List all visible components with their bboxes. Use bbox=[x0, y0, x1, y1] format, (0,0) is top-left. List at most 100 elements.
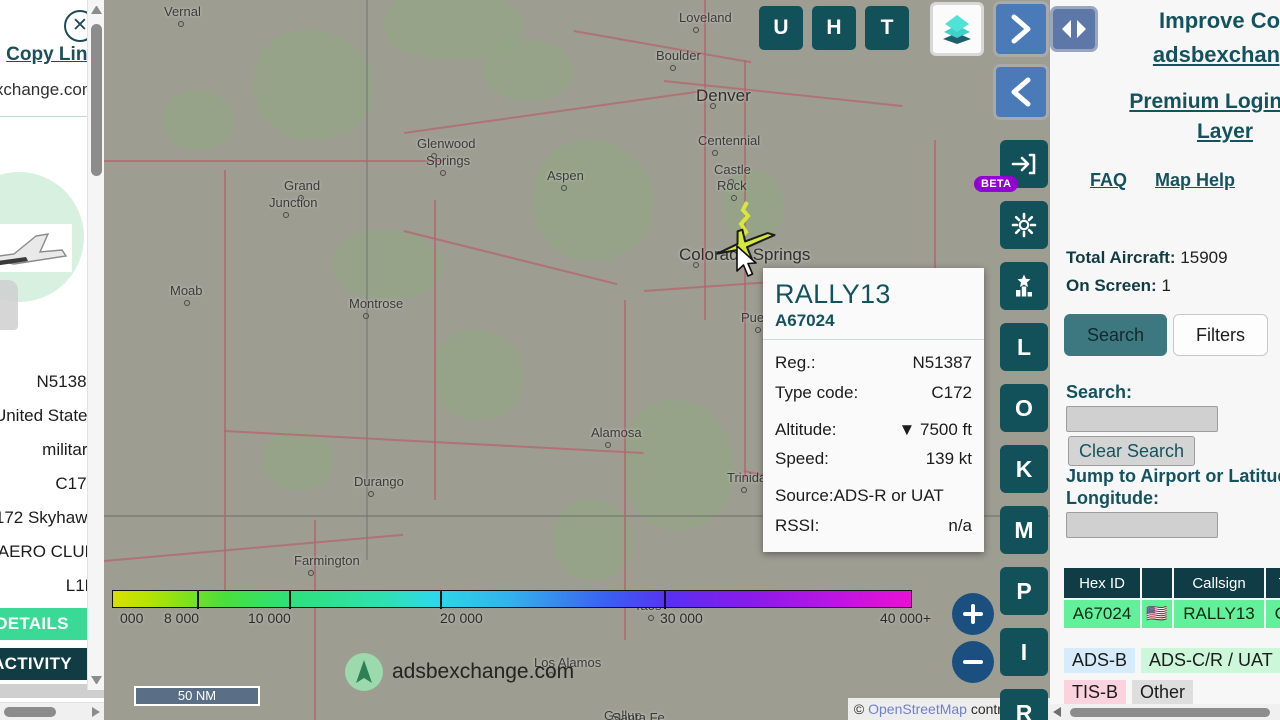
map-tool-h[interactable]: H bbox=[812, 6, 856, 50]
adsbexchange-logo-icon bbox=[345, 653, 383, 691]
layers-icon bbox=[943, 15, 971, 44]
clear-search-button[interactable]: Clear Search bbox=[1068, 436, 1196, 466]
source-legend-chip: TIS-B bbox=[1064, 680, 1127, 705]
aircraft-detail-value: C172 bbox=[55, 474, 96, 493]
table-header-cell[interactable]: Type bbox=[1266, 568, 1280, 598]
zoom-in-button[interactable] bbox=[952, 593, 994, 635]
aircraft-detail-value: N51387 bbox=[36, 372, 96, 391]
copy-link-button[interactable]: Copy Link bbox=[0, 44, 98, 66]
map-tool-m[interactable]: M bbox=[1000, 506, 1048, 554]
sidebar-collapse-left-button[interactable] bbox=[993, 64, 1049, 120]
table-cell-hex[interactable]: A67024 bbox=[1064, 600, 1142, 628]
table-header-cell[interactable] bbox=[1142, 568, 1174, 598]
sidebar-links[interactable]: FAQ Map Help bbox=[1090, 170, 1235, 191]
attribution-copyright: © bbox=[853, 701, 865, 717]
tooltip-reg-value: N51387 bbox=[912, 353, 972, 373]
altitude-tick-label: 40 000+ bbox=[880, 610, 931, 626]
scroll-down-arrow-icon[interactable] bbox=[91, 676, 102, 685]
table-header-cell[interactable]: Hex ID bbox=[1064, 568, 1142, 598]
settings-button[interactable] bbox=[1000, 201, 1048, 249]
city-label: Santa Fe bbox=[612, 710, 665, 720]
city-dot bbox=[440, 170, 446, 176]
table-header-cell[interactable]: Callsign bbox=[1174, 568, 1266, 598]
city-label: Glenwood bbox=[417, 136, 476, 151]
left-panel-hscrollbar[interactable] bbox=[0, 702, 104, 720]
altitude-tick bbox=[440, 591, 443, 609]
city-label: Denver bbox=[696, 86, 751, 105]
map-help-link[interactable]: Map Help bbox=[1155, 170, 1235, 191]
source-legend-row-2: TIS-B Other bbox=[1064, 680, 1194, 705]
map-tool-k[interactable]: K bbox=[1000, 445, 1048, 493]
adsbexchange-watermark: adsbexchange.com bbox=[344, 652, 574, 692]
city-label: Boulder bbox=[656, 48, 701, 63]
tooltip-typecode-label: Type code: bbox=[775, 382, 859, 402]
jump-label-line2: Longitude: bbox=[1066, 488, 1159, 508]
sidebar-toggle-button[interactable] bbox=[1050, 6, 1098, 52]
scroll-thumb[interactable] bbox=[91, 24, 102, 176]
on-screen-value: 1 bbox=[1161, 276, 1171, 295]
tab-search[interactable]: Search bbox=[1064, 314, 1168, 356]
table-cell-callsign[interactable]: RALLY13 bbox=[1174, 600, 1266, 628]
aircraft-detail-value: United States bbox=[0, 406, 96, 425]
hscroll-left-arrow-icon[interactable] bbox=[1053, 707, 1061, 717]
city-label: Springs bbox=[426, 153, 471, 168]
openstreetmap-link[interactable]: OpenStreetMap bbox=[868, 701, 967, 717]
altitude-tick-label: 000 bbox=[120, 610, 144, 626]
left-panel-scrollbar[interactable] bbox=[87, 0, 104, 690]
adsbexchange-domain-link[interactable]: adsbexchange.com bbox=[1110, 42, 1280, 68]
table-cell-type[interactable]: C172 bbox=[1266, 600, 1280, 628]
tab-filters[interactable]: Filters bbox=[1173, 314, 1269, 356]
adsb-exchange-app: Vernal Loveland Boulder Denver Centennial Gle… bbox=[0, 0, 1280, 720]
sidebar-expand-right-button[interactable] bbox=[993, 1, 1049, 57]
table-cell-flag[interactable]: 🇺🇸 bbox=[1142, 600, 1174, 628]
tooltip-altitude-value: ▼ 7500 ft bbox=[898, 419, 972, 439]
stats-star-icon bbox=[1016, 274, 1032, 297]
map-tool-i[interactable]: I bbox=[1000, 628, 1048, 676]
hscroll-right-arrow-icon[interactable] bbox=[92, 707, 100, 717]
map-tool-o[interactable]: O bbox=[1000, 384, 1048, 432]
scroll-up-arrow-icon[interactable] bbox=[91, 5, 102, 14]
map-layers-button[interactable] bbox=[930, 2, 984, 56]
plus-icon bbox=[963, 604, 983, 624]
tooltip-hex-id: A67024 bbox=[775, 311, 835, 331]
city-label: Grand bbox=[284, 178, 321, 193]
layer-link[interactable]: Layer bbox=[1060, 120, 1280, 144]
map-tool-p[interactable]: P bbox=[1000, 567, 1048, 615]
map-top-toolbar[interactable]: U H T bbox=[759, 6, 909, 50]
login-button[interactable]: BETA bbox=[974, 140, 1048, 192]
panel-divider bbox=[0, 116, 96, 117]
premium-login-link[interactable]: Premium Login: no bbox=[1060, 90, 1280, 114]
city-dot bbox=[283, 212, 289, 218]
stats-button[interactable] bbox=[1000, 262, 1048, 310]
mouse-cursor-icon bbox=[736, 245, 757, 277]
brand-text: adsbexchange.com bbox=[392, 660, 575, 683]
map-tool-l[interactable]: L bbox=[1000, 323, 1048, 371]
map-tool-t[interactable]: T bbox=[865, 6, 909, 50]
gear-icon bbox=[1011, 212, 1037, 238]
city-label: Rock bbox=[717, 178, 747, 193]
map-side-toolbar[interactable]: BETA L O K M P I R bbox=[974, 140, 1048, 720]
table-row[interactable]: A67024🇺🇸RALLY13C172 bbox=[1064, 600, 1280, 628]
right-sidebar: Improve Coverage adsbexchange.com Premiu… bbox=[1050, 0, 1280, 720]
tooltip-callsign: RALLY13 bbox=[775, 279, 891, 309]
right-panel-hscrollbar[interactable] bbox=[1050, 704, 1280, 720]
sidebar-tabs[interactable]: Search Filters bbox=[1064, 314, 1274, 356]
zoom-out-button[interactable] bbox=[952, 641, 994, 683]
minus-icon bbox=[963, 660, 983, 664]
search-input[interactable] bbox=[1066, 406, 1218, 432]
login-arrow-icon bbox=[1011, 153, 1036, 175]
city-dot bbox=[561, 185, 567, 191]
altitude-tick-label: 30 000 bbox=[660, 610, 703, 626]
search-label: Search: bbox=[1066, 382, 1133, 402]
source-legend-chip: Other bbox=[1132, 680, 1194, 705]
map-tool-u[interactable]: U bbox=[759, 6, 803, 50]
faq-link[interactable]: FAQ bbox=[1090, 170, 1127, 191]
hscroll-thumb[interactable] bbox=[1070, 708, 1270, 717]
on-screen-label: On Screen: bbox=[1066, 276, 1157, 295]
jump-input[interactable] bbox=[1066, 512, 1218, 538]
hscroll-thumb[interactable] bbox=[4, 707, 56, 717]
map-tool-r[interactable]: R bbox=[1000, 689, 1048, 720]
city-label: Alamosa bbox=[591, 425, 642, 440]
total-aircraft-stat: Total Aircraft: 15909 bbox=[1066, 248, 1228, 268]
altitude-tick bbox=[196, 591, 199, 609]
